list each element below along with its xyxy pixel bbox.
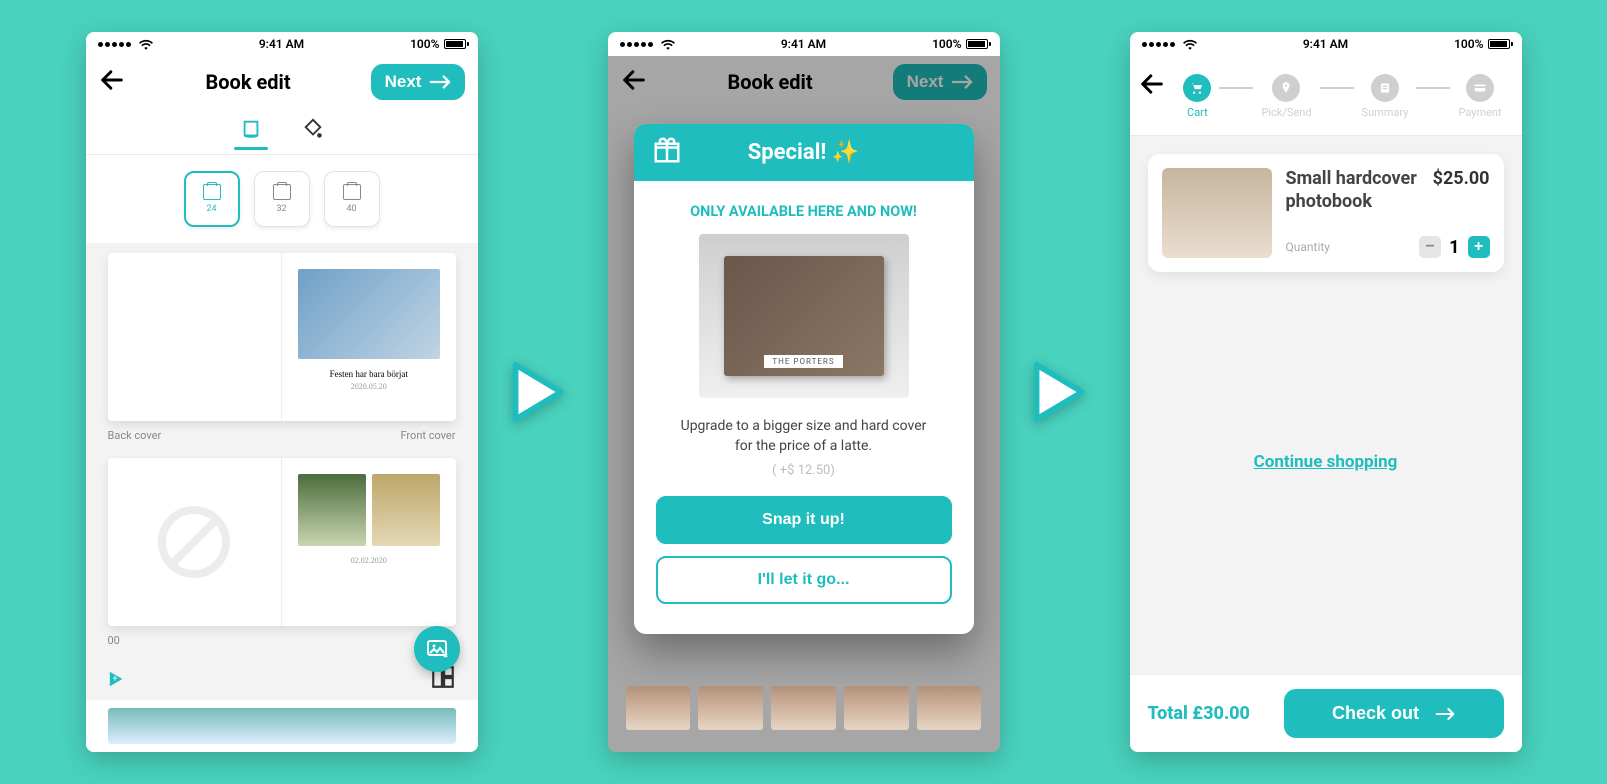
upsell-price: ( +$ 12.50) [656, 463, 952, 478]
cover-date: 2020.05.20 [298, 382, 440, 391]
size-options: 24 32 40 [86, 155, 478, 243]
status-bar: 9:41 AM 100% [1130, 32, 1522, 56]
modal-title: Special! ✨ [748, 140, 860, 165]
availability-text: ONLY AVAILABLE HERE AND NOW! [656, 203, 952, 220]
step-cart[interactable]: Cart [1183, 74, 1211, 119]
product-price: $25.00 [1433, 168, 1490, 213]
quantity-label: Quantity [1286, 240, 1330, 254]
order-total: Total £30.00 [1148, 703, 1250, 724]
battery-icon [444, 39, 466, 49]
status-bar: 9:41 AM 100% [86, 32, 478, 56]
qty-minus-button[interactable]: − [1419, 236, 1441, 258]
cart-item-image [1162, 168, 1272, 258]
upsell-modal: Special! ✨ ONLY AVAILABLE HERE AND NOW! … [634, 124, 974, 634]
quantity-stepper: − 1 + [1419, 236, 1489, 258]
image-fab[interactable] [414, 626, 460, 672]
size-32[interactable]: 32 [254, 171, 310, 227]
svg-text:+: + [112, 675, 117, 685]
back-button[interactable] [1138, 70, 1166, 102]
phone-book-edit: 9:41 AM 100% Book edit Next 24 32 40 [86, 32, 478, 752]
phone-cart: 9:41 AM 100% Cart Pick/Send Summary Paym… [1130, 32, 1522, 752]
empty-slot-icon [158, 506, 230, 578]
status-time: 9:41 AM [86, 37, 478, 51]
tabs [86, 108, 478, 144]
cover-caption: Festen har bara börjat [298, 369, 440, 379]
step-summary[interactable]: Summary [1362, 74, 1409, 119]
add-triangle-icon[interactable]: + [108, 670, 126, 688]
screen-title: Book edit [206, 70, 291, 94]
front-cover-label: Front cover [400, 429, 455, 442]
product-name: Small hardcover photobook [1286, 168, 1423, 213]
nav-bar: Book edit Next [86, 56, 478, 108]
phone-upsell-modal: 9:41 AM 100% Book edit Next Special! ✨ O… [608, 32, 1000, 752]
cover-photo [298, 269, 440, 359]
spread-page[interactable]: 02.02.2020 [108, 458, 456, 626]
gift-icon [652, 135, 682, 171]
photo-strip[interactable] [86, 700, 478, 752]
qty-plus-button[interactable]: + [1468, 236, 1490, 258]
page-date: 02.02.2020 [298, 556, 440, 565]
page-num-left: 00 [108, 634, 120, 647]
continue-shopping-link[interactable]: Continue shopping [1148, 452, 1504, 472]
size-40[interactable]: 40 [324, 171, 380, 227]
size-24[interactable]: 24 [184, 171, 240, 227]
accept-upsell-button[interactable]: Snap it up! [656, 496, 952, 544]
tab-pages[interactable] [236, 114, 266, 144]
back-button[interactable] [98, 66, 126, 98]
status-bar: 9:41 AM 100% [608, 32, 1000, 56]
decline-upsell-button[interactable]: I'll let it go... [656, 556, 952, 604]
back-cover-label: Back cover [108, 429, 162, 442]
product-image: THE PORTERS [699, 234, 909, 398]
next-button[interactable]: Next [371, 64, 466, 100]
checkout-steps: Cart Pick/Send Summary Payment [1172, 64, 1514, 125]
upsell-description: Upgrade to a bigger size and hard coverf… [656, 416, 952, 457]
cart-item: Small hardcover photobook $25.00 Quantit… [1148, 154, 1504, 272]
flow-arrow-icon [502, 358, 570, 426]
tab-color[interactable] [298, 114, 328, 144]
spread-cover[interactable]: Festen har bara börjat 2020.05.20 [108, 253, 456, 421]
qty-value: 1 [1449, 237, 1459, 258]
step-payment[interactable]: Payment [1458, 74, 1501, 119]
checkout-button[interactable]: Check out [1284, 689, 1504, 738]
step-pick-send[interactable]: Pick/Send [1261, 74, 1311, 119]
flow-arrow-icon [1023, 358, 1091, 426]
